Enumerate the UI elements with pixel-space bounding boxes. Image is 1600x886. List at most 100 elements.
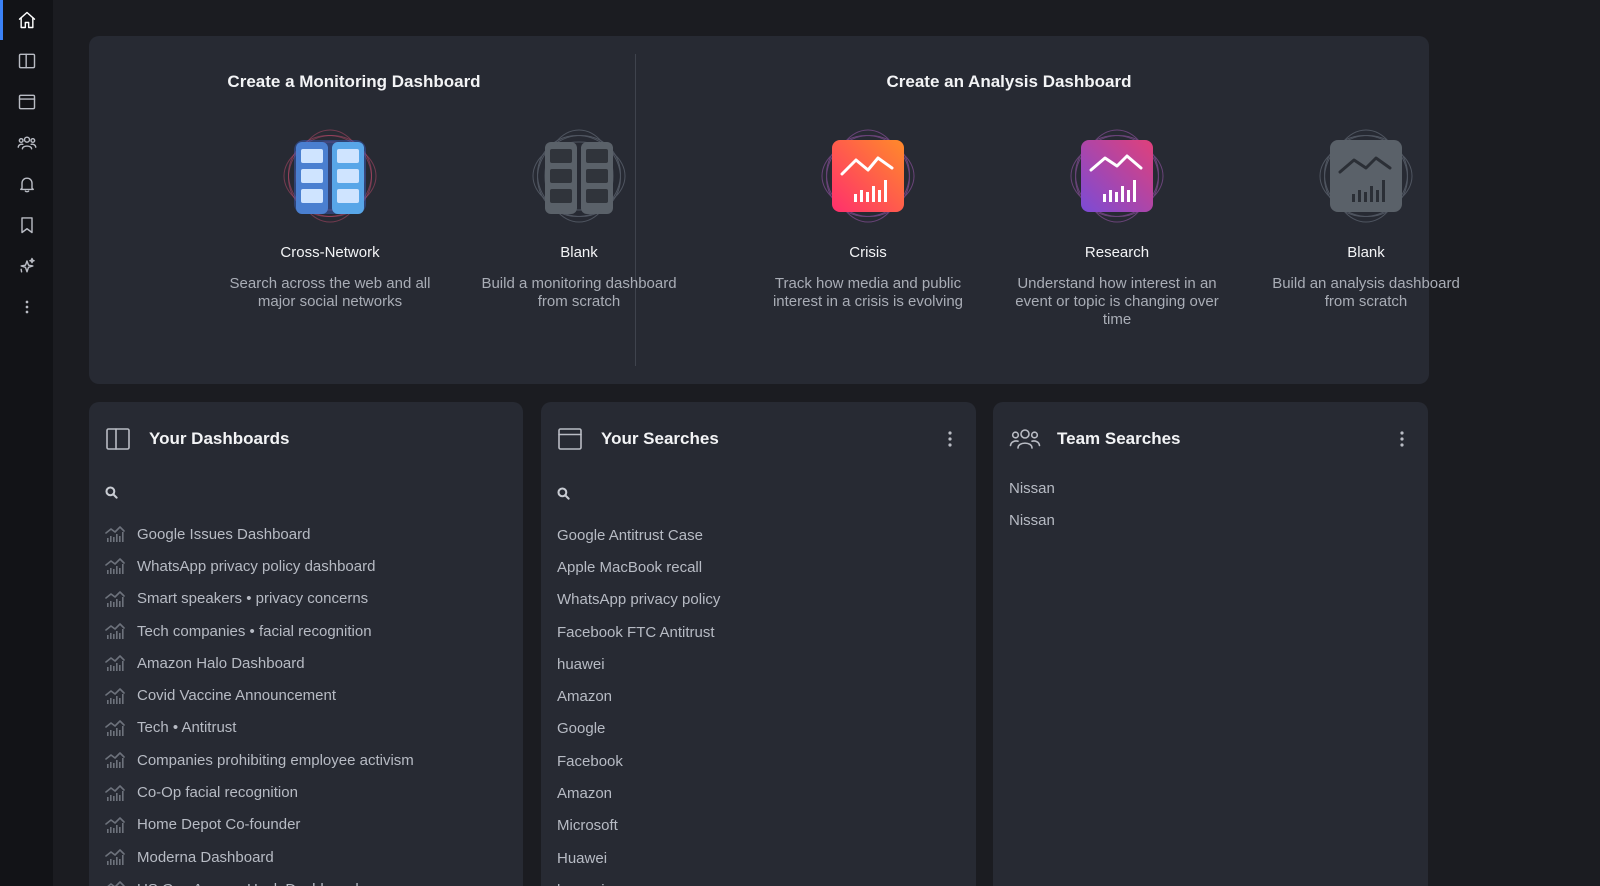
- card-title: Your Dashboards: [149, 429, 290, 448]
- list-item-label: Facebook FTC Antitrust: [557, 623, 715, 641]
- template-research[interactable]: Research Understand how interest in an e…: [1007, 128, 1227, 329]
- template-description: Build an analysis dashboard from scratch: [1272, 275, 1460, 310]
- list-item-label: Home Depot Co-founder: [137, 816, 301, 834]
- sparkle-icon: [19, 257, 35, 273]
- team-searches-list: Nissan Nissan: [1009, 472, 1412, 537]
- list-item[interactable]: Smart speakers • privacy concerns: [105, 583, 507, 615]
- dashboard-chart-icon: [105, 784, 125, 802]
- chart-research-icon: [1069, 128, 1165, 224]
- list-item-label: WhatsApp privacy policy dashboard: [137, 557, 376, 575]
- list-item[interactable]: Amazon: [557, 777, 960, 809]
- grid-blue-icon: [282, 128, 378, 224]
- template-name: Blank: [560, 244, 598, 261]
- template-description: Understand how interest in an event or t…: [1015, 275, 1219, 328]
- dashboard-chart-icon: [105, 525, 125, 543]
- your-searches-card: Your Searches Google Antitrust Case Apple…: [541, 402, 976, 886]
- list-item[interactable]: Facebook FTC Antitrust: [557, 616, 960, 648]
- list-item[interactable]: huawei: [557, 874, 960, 886]
- grid-gray-icon: [531, 128, 627, 224]
- searches-menu-button[interactable]: [940, 427, 960, 451]
- search-icon: [557, 486, 570, 500]
- list-item[interactable]: Apple MacBook recall: [557, 551, 960, 583]
- team-searches-card: Team Searches Nissan Nissan: [993, 402, 1428, 886]
- list-item[interactable]: Amazon Halo Dashboard: [105, 647, 507, 679]
- more-vertical-icon: [948, 431, 952, 447]
- nav-searches[interactable]: [0, 82, 53, 122]
- bookmark-icon: [20, 217, 33, 234]
- list-item[interactable]: Nissan: [1009, 504, 1412, 536]
- dashboard-chart-icon: [105, 687, 125, 705]
- list-item[interactable]: Microsoft: [557, 810, 960, 842]
- searches-search[interactable]: [557, 481, 960, 505]
- dashboards-list: Google Issues Dashboard WhatsApp privacy …: [105, 518, 507, 886]
- list-item[interactable]: Facebook: [557, 745, 960, 777]
- template-name: Blank: [1347, 244, 1385, 261]
- nav-team[interactable]: [0, 123, 53, 163]
- dashboard-chart-icon: [105, 848, 125, 866]
- list-item[interactable]: Covid Vaccine Announcement: [105, 679, 507, 711]
- dashboard-chart-icon: [105, 622, 125, 640]
- window-icon: [557, 426, 583, 452]
- card-header: Your Searches: [557, 424, 960, 454]
- list-item[interactable]: WhatsApp privacy policy dashboard: [105, 550, 507, 582]
- dashboards-search-input[interactable]: [130, 483, 430, 501]
- card-header: Your Dashboards: [105, 424, 507, 454]
- list-item-label: Google: [557, 720, 606, 738]
- template-monitoring-blank[interactable]: Blank Build a monitoring dashboard from …: [469, 128, 689, 311]
- template-name: Cross-Network: [280, 244, 380, 261]
- dashboard-chart-icon: [105, 557, 125, 575]
- your-dashboards-card: Your Dashboards Google Issues Dashboard W…: [89, 402, 523, 886]
- list-item[interactable]: Home Depot Co-founder: [105, 809, 507, 841]
- template-description: Search across the web and all major soci…: [229, 275, 431, 310]
- nav-saved[interactable]: [0, 205, 53, 245]
- list-item[interactable]: Google: [557, 713, 960, 745]
- nav-ai[interactable]: [0, 246, 53, 286]
- nav-alerts[interactable]: [0, 164, 53, 204]
- list-item[interactable]: US Gov Agency Hack Dashboard: [105, 873, 507, 886]
- list-item[interactable]: Companies prohibiting employee activism: [105, 744, 507, 776]
- list-item-label: huawei: [557, 655, 605, 673]
- list-item-label: Tech companies • facial recognition: [137, 622, 372, 640]
- list-item-label: Amazon Halo Dashboard: [137, 654, 305, 672]
- list-item-label: Nissan: [1009, 479, 1055, 497]
- dashboard-chart-icon: [105, 654, 125, 672]
- users-icon: [1009, 426, 1041, 452]
- list-item-label: Microsoft: [557, 817, 618, 835]
- list-item[interactable]: Tech • Antitrust: [105, 712, 507, 744]
- list-item-label: huawei: [557, 882, 605, 886]
- users-icon: [17, 136, 36, 150]
- nav-more[interactable]: [0, 287, 53, 327]
- template-crisis[interactable]: Crisis Track how media and public intere…: [758, 128, 978, 311]
- list-item[interactable]: Moderna Dashboard: [105, 841, 507, 873]
- nav-dashboards[interactable]: [0, 41, 53, 81]
- searches-search-input[interactable]: [582, 484, 882, 502]
- chart-crisis-icon: [820, 128, 916, 224]
- team-searches-menu-button[interactable]: [1392, 427, 1412, 451]
- nav-home[interactable]: [0, 0, 53, 40]
- list-item[interactable]: huawei: [557, 648, 960, 680]
- list-item-label: Co-Op facial recognition: [137, 784, 298, 802]
- list-item-label: Amazon: [557, 785, 613, 803]
- list-item[interactable]: Nissan: [1009, 472, 1412, 504]
- search-icon: [105, 485, 118, 499]
- list-item-label: Huawei: [557, 849, 608, 867]
- list-item[interactable]: Tech companies • facial recognition: [105, 615, 507, 647]
- list-item-label: US Gov Agency Hack Dashboard: [137, 881, 359, 886]
- list-item[interactable]: Amazon: [557, 680, 960, 712]
- list-item-label: Tech • Antitrust: [137, 719, 237, 737]
- chart-gray-icon: [1318, 128, 1414, 224]
- list-item-label: Apple MacBook recall: [557, 558, 703, 576]
- template-analysis-blank[interactable]: Blank Build an analysis dashboard from s…: [1256, 128, 1476, 311]
- home-icon: [18, 11, 35, 29]
- card-header: Team Searches: [1009, 424, 1412, 454]
- list-item[interactable]: Huawei: [557, 842, 960, 874]
- list-item[interactable]: WhatsApp privacy policy: [557, 584, 960, 616]
- dashboard-chart-icon: [105, 816, 125, 834]
- columns-icon: [18, 53, 35, 69]
- list-item[interactable]: Google Issues Dashboard: [105, 518, 507, 550]
- dashboards-search[interactable]: [105, 480, 507, 504]
- list-item[interactable]: Google Antitrust Case: [557, 519, 960, 551]
- columns-icon: [105, 426, 131, 452]
- list-item[interactable]: Co-Op facial recognition: [105, 776, 507, 808]
- template-cross-network[interactable]: Cross-Network Search across the web and …: [220, 128, 440, 311]
